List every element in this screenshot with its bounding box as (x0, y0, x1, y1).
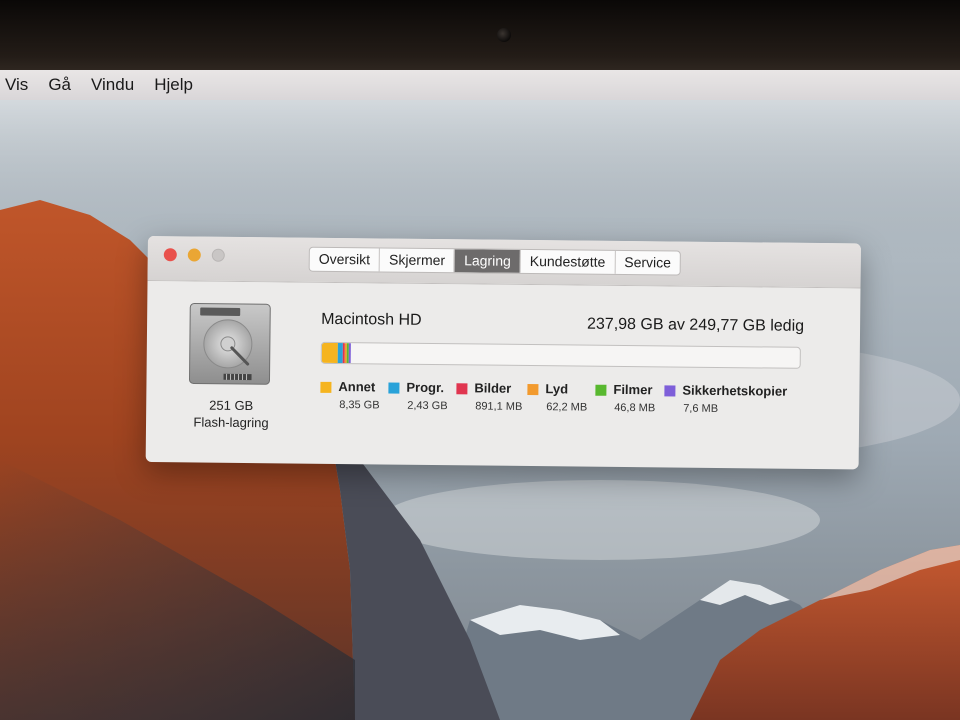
legend-label: Bilder (474, 380, 512, 396)
minimize-button[interactable] (187, 248, 201, 262)
menu-vindu[interactable]: Vindu (85, 75, 148, 95)
legend-size: 2,43 GB (407, 399, 448, 413)
disk-type: Flash-lagring (193, 414, 269, 431)
disk-capacity: 251 GB (209, 397, 254, 414)
tab-bar: Oversikt Skjermer Lagring Kundestøtte Se… (308, 246, 682, 276)
zoom-button[interactable] (211, 248, 225, 262)
camera-icon (497, 28, 511, 42)
legend-swatch (595, 384, 607, 396)
storage-panel: 251 GB Flash-lagring Macintosh HD 237,98… (146, 281, 861, 468)
legend-label: Progr. (406, 379, 445, 396)
legend-swatch (320, 381, 332, 393)
storage-legend: Annet 8,35 GB Progr. 2,43 GB Bilder 891,… (320, 379, 820, 424)
usage-segment-annet (321, 342, 338, 363)
legend-size: 62,2 MB (546, 401, 588, 414)
tab-lagring[interactable]: Lagring (453, 249, 520, 273)
legend-label: Annet (338, 379, 376, 395)
tab-service[interactable]: Service (614, 250, 681, 275)
legend-label: Filmer (613, 381, 653, 398)
menu-ga[interactable]: Gå (42, 75, 85, 95)
legend-size: 8,35 GB (339, 399, 380, 412)
legend-swatch (388, 382, 400, 394)
legend-size: 891,1 MB (475, 400, 523, 413)
legend-size: 7,6 MB (683, 402, 719, 415)
about-this-mac-window: Oversikt Skjermer Lagring Kundestøtte Se… (145, 236, 861, 470)
legend-swatch (664, 385, 676, 397)
menu-vis[interactable]: Vis (0, 75, 42, 95)
hard-drive-icon (187, 301, 272, 386)
menu-bar: Vis Gå Vindu Hjelp (0, 70, 960, 100)
monitor-bezel (0, 0, 960, 70)
tab-kundestotte[interactable]: Kundestøtte (519, 249, 615, 274)
free-space-label: 237,98 GB av 249,77 GB ledig (586, 315, 805, 335)
storage-usage-bar (320, 341, 801, 369)
storage-usage-fill (321, 342, 351, 364)
legend-swatch (456, 383, 468, 395)
legend-label: Lyd (545, 381, 569, 397)
legend-swatch (527, 383, 539, 396)
legend-label: Sikkerhetskopier (682, 382, 788, 399)
tab-oversikt[interactable]: Oversikt (310, 248, 380, 272)
usage-segment-sikkerhetskopier (348, 343, 351, 364)
close-button[interactable] (163, 248, 177, 262)
legend-size: 46,8 MB (614, 401, 656, 415)
menu-hjelp[interactable]: Hjelp (148, 75, 207, 95)
tab-skjermer[interactable]: Skjermer (378, 248, 455, 273)
window-titlebar: Oversikt Skjermer Lagring Kundestøtte Se… (147, 236, 861, 289)
volume-name: Macintosh HD (321, 310, 422, 329)
